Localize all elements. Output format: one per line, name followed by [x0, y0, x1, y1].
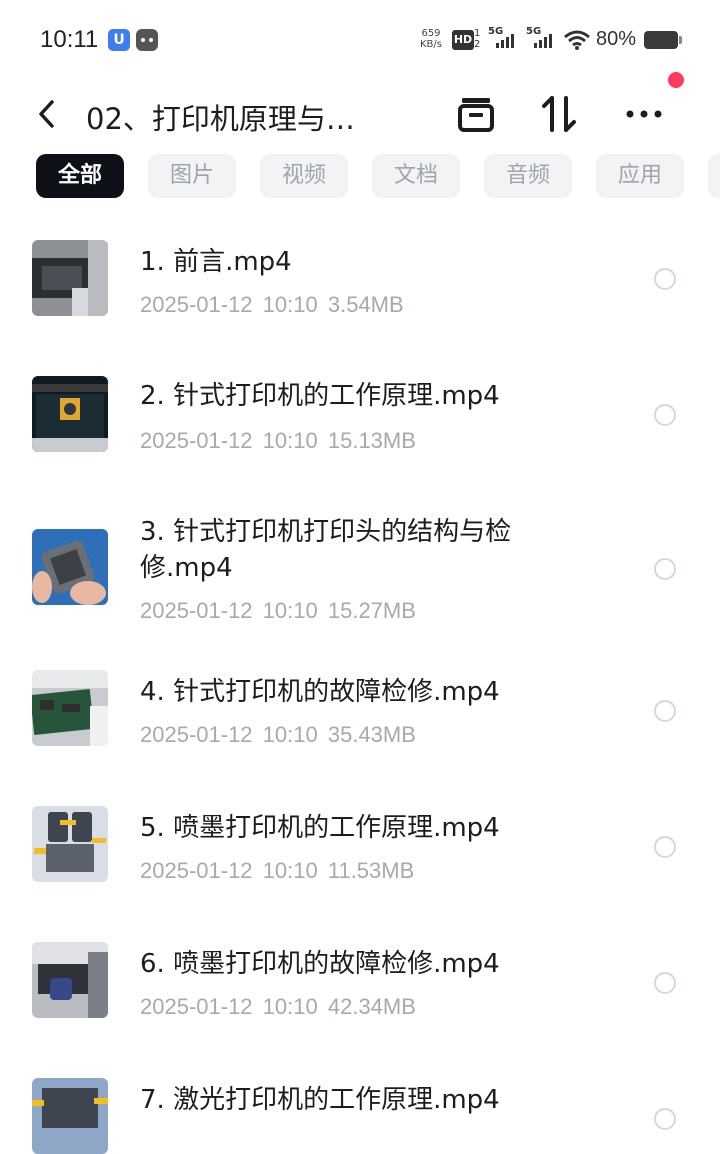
file-meta: 2025-01-12 10:10 15.27MB: [140, 598, 416, 624]
file-size: 15.27MB: [327, 598, 416, 623]
sort-icon[interactable]: [538, 92, 582, 136]
battery-percent: 80%: [596, 28, 637, 50]
file-time: 10:10: [262, 428, 318, 453]
file-date: 2025-01-12: [140, 292, 253, 317]
network-speed: 659 KB/s: [416, 28, 446, 50]
network-speed-value: 659: [421, 28, 441, 39]
tab-overflow[interactable]: [708, 154, 720, 198]
tab-documents[interactable]: 文档: [372, 154, 460, 198]
select-radio[interactable]: [654, 558, 676, 580]
file-name: 5. 喷墨打印机的工作原理.mp4: [140, 813, 500, 843]
list-item[interactable]: 3. 针式打印机打印头的结构与检修.mp4 2025-01-12 10:10 1…: [0, 474, 720, 654]
video-thumbnail: [32, 942, 108, 1018]
select-radio[interactable]: [654, 404, 676, 426]
page-title: 02、打印机原理与…: [86, 102, 355, 136]
video-thumbnail: [32, 376, 108, 452]
file-date: 2025-01-12: [140, 722, 253, 747]
video-thumbnail: [32, 1078, 108, 1154]
list-item[interactable]: 6. 喷墨打印机的故障检修.mp4 2025-01-12 10:10 42.34…: [0, 926, 720, 1062]
list-item[interactable]: 2. 针式打印机的工作原理.mp4 2025-01-12 10:10 15.13…: [0, 338, 720, 474]
list-item[interactable]: 5. 喷墨打印机的工作原理.mp4 2025-01-12 10:10 11.53…: [0, 790, 720, 926]
network-speed-unit: KB/s: [420, 39, 442, 50]
back-icon[interactable]: [34, 96, 62, 132]
battery-cap: [679, 36, 682, 44]
signal-2-icon: 5G: [526, 26, 556, 50]
file-meta: 2025-01-12 10:10 42.34MB: [140, 994, 416, 1020]
more-icon[interactable]: [622, 92, 666, 136]
file-size: 35.43MB: [327, 722, 416, 747]
file-name: 1. 前言.mp4: [140, 247, 292, 277]
signal-2-label: 5G: [526, 26, 542, 37]
video-thumbnail: [32, 529, 108, 605]
video-thumbnail: [32, 670, 108, 746]
tab-audio[interactable]: 音频: [484, 154, 572, 198]
filter-tabs: 全部 图片 视频 文档 音频 应用: [36, 154, 720, 198]
file-time: 10:10: [262, 858, 318, 883]
file-meta: 2025-01-12 10:10 15.13MB: [140, 428, 416, 454]
tab-images[interactable]: 图片: [148, 154, 236, 198]
select-radio[interactable]: [654, 268, 676, 290]
notification-dot: [668, 72, 684, 88]
tab-apps[interactable]: 应用: [596, 154, 684, 198]
file-size: 15.13MB: [327, 428, 416, 453]
file-date: 2025-01-12: [140, 598, 253, 623]
file-time: 10:10: [262, 598, 318, 623]
list-item[interactable]: 7. 激光打印机的工作原理.mp4: [0, 1062, 720, 1154]
list-item[interactable]: 1. 前言.mp4 2025-01-12 10:10 3.54MB: [0, 204, 720, 338]
robot-app-icon: [136, 29, 158, 51]
video-thumbnail: [32, 240, 108, 316]
file-meta: 2025-01-12 10:10 11.53MB: [140, 858, 414, 884]
select-radio[interactable]: [654, 1108, 676, 1130]
file-name: 6. 喷墨打印机的故障检修.mp4: [140, 949, 500, 979]
select-radio[interactable]: [654, 836, 676, 858]
file-name: 3. 针式打印机打印头的结构与检修.mp4: [140, 517, 512, 583]
archive-icon[interactable]: [454, 92, 498, 136]
header: 02、打印机原理与…: [0, 72, 720, 152]
tab-videos[interactable]: 视频: [260, 154, 348, 198]
signal-1-label: 5G: [488, 26, 504, 37]
file-name: 2. 针式打印机的工作原理.mp4: [140, 381, 500, 411]
hd-sim-indicator: 1 2: [474, 28, 481, 50]
file-time: 10:10: [262, 722, 318, 747]
battery-icon: [644, 31, 678, 49]
file-meta: 2025-01-12 10:10 3.54MB: [140, 292, 404, 318]
shield-app-icon: U: [108, 29, 130, 51]
file-size: 42.34MB: [327, 994, 416, 1019]
file-meta: 2025-01-12 10:10 35.43MB: [140, 722, 416, 748]
video-thumbnail: [32, 806, 108, 882]
file-time: 10:10: [262, 292, 318, 317]
file-date: 2025-01-12: [140, 858, 253, 883]
signal-1-icon: 5G: [488, 26, 518, 50]
file-size: 3.54MB: [327, 292, 404, 317]
status-time: 10:11: [40, 26, 99, 53]
status-bar: 10:11 U 659 KB/s HD 1 2 5G 5G 80%: [0, 0, 720, 80]
hd-voice-icon: HD: [452, 30, 474, 50]
file-name: 4. 针式打印机的故障检修.mp4: [140, 677, 500, 707]
file-time: 10:10: [262, 994, 318, 1019]
file-date: 2025-01-12: [140, 994, 253, 1019]
file-date: 2025-01-12: [140, 428, 253, 453]
file-size: 11.53MB: [327, 858, 415, 883]
file-name: 7. 激光打印机的工作原理.mp4: [140, 1085, 500, 1115]
select-radio[interactable]: [654, 972, 676, 994]
select-radio[interactable]: [654, 700, 676, 722]
tab-all[interactable]: 全部: [36, 154, 124, 198]
list-item[interactable]: 4. 针式打印机的故障检修.mp4 2025-01-12 10:10 35.43…: [0, 654, 720, 790]
wifi-icon: [564, 30, 590, 50]
